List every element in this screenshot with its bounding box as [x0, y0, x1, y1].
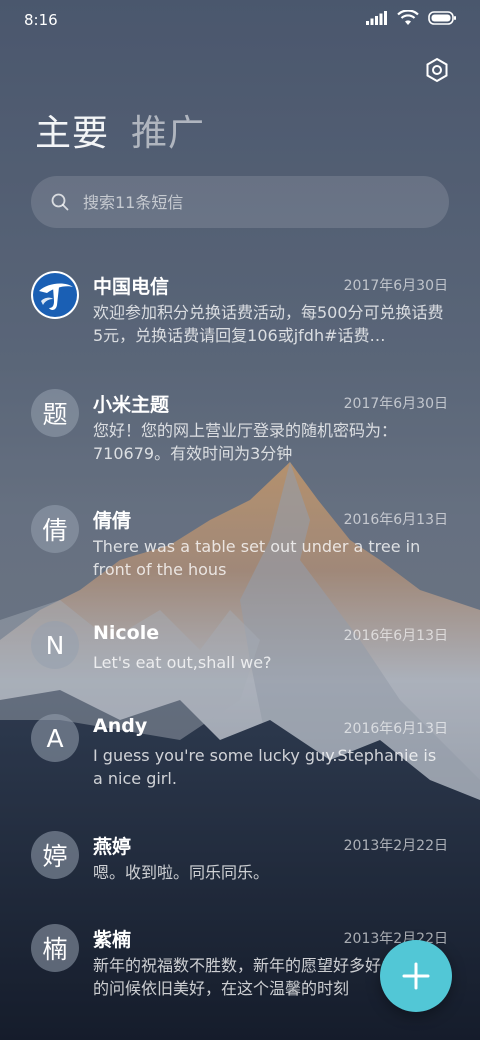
avatar: 楠 — [31, 924, 79, 972]
message-preview: 您好！您的网上营业厅登录的随机密码为：710679。有效时间为3分钟 — [93, 421, 398, 463]
avatar: 婷 — [31, 831, 79, 879]
sender-name: Nicole — [93, 622, 160, 644]
message-date: 2017年6月30日 — [343, 278, 448, 294]
china-telecom-logo-icon — [33, 273, 77, 317]
gear-icon — [426, 57, 448, 83]
conversation-item[interactable]: A Andy 2016年6月13日 I guess you're some lu… — [0, 714, 480, 826]
avatar — [31, 271, 79, 319]
message-preview: I guess you're some lucky guy.Stephanie … — [93, 746, 437, 788]
tab-bar: 主要 推广 — [35, 112, 205, 156]
message-date: 2017年6月30日 — [343, 396, 448, 412]
avatar: 倩 — [31, 505, 79, 553]
battery-icon — [428, 11, 456, 25]
sender-name: 燕婷 — [93, 836, 132, 858]
status-time: 8:16 — [24, 11, 58, 29]
message-preview: Let's eat out,shall we? — [93, 653, 272, 672]
search-icon — [51, 193, 69, 211]
message-date: 2016年6月13日 — [343, 512, 448, 528]
message-date: 2016年6月13日 — [343, 721, 448, 737]
conversation-item[interactable]: 中国电信 2017年6月30日 欢迎参加积分兑换话费活动，每500分可兑换话费5… — [0, 271, 480, 383]
search-input[interactable] — [83, 176, 423, 228]
sender-name: 中国电信 — [93, 276, 170, 298]
sender-name: 倩倩 — [93, 510, 132, 532]
sender-name: 紫楠 — [93, 929, 132, 951]
message-date: 2013年2月22日 — [343, 838, 448, 854]
tab-promotions[interactable]: 推广 — [131, 112, 205, 156]
conversation-item[interactable]: 题 小米主题 2017年6月30日 您好！您的网上营业厅登录的随机密码为：710… — [0, 389, 480, 501]
search-bar[interactable] — [31, 176, 449, 228]
message-date: 2016年6月13日 — [343, 628, 448, 644]
tab-primary[interactable]: 主要 — [35, 112, 109, 156]
sender-name: Andy — [93, 715, 148, 737]
avatar: N — [31, 621, 79, 669]
sender-name: 小米主题 — [93, 394, 170, 416]
compose-button[interactable] — [380, 940, 452, 1012]
avatar: 题 — [31, 389, 79, 437]
message-preview: 嗯。收到啦。同乐同乐。 — [93, 863, 270, 882]
settings-button[interactable] — [424, 57, 450, 83]
plus-icon — [402, 962, 430, 990]
status-icons — [366, 10, 456, 26]
message-preview: There was a table set out under a tree i… — [93, 537, 421, 579]
conversation-item[interactable]: 倩 倩倩 2016年6月13日 There was a table set ou… — [0, 505, 480, 617]
message-preview: 欢迎参加积分兑换话费活动，每500分可兑换话费5元，兑换话费请回复106或jfd… — [93, 303, 444, 345]
wifi-icon — [397, 10, 419, 25]
avatar: A — [31, 714, 79, 762]
signal-icon — [366, 11, 387, 25]
